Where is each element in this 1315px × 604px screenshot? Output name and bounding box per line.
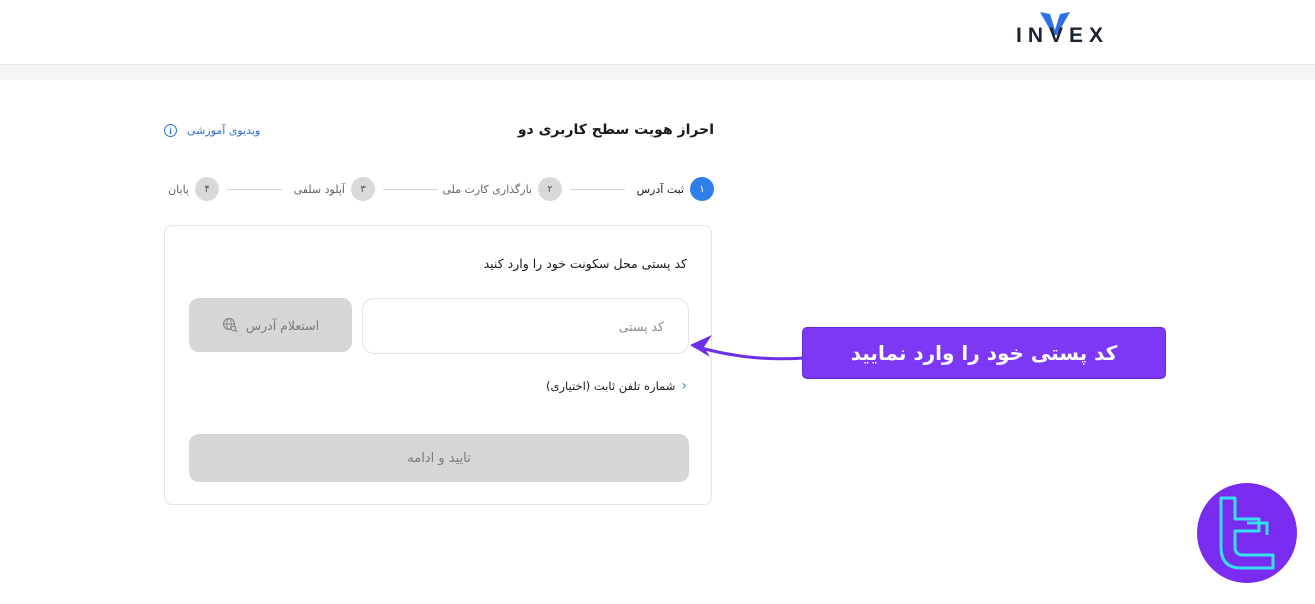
step-number: ۲ — [538, 177, 562, 201]
info-icon: i — [164, 124, 177, 137]
tutorial-video-link[interactable]: i ویدیوی آموزشی — [164, 124, 260, 137]
step-label: بارگذاری کارت ملی — [442, 182, 532, 196]
step-label: پایان — [168, 182, 189, 196]
annotation-callout: کد پستی خود را وارد نمایید — [802, 327, 1166, 379]
globe-search-icon — [222, 317, 238, 333]
form-heading: کد پستی محل سکونت خود را وارد کنید — [483, 256, 687, 271]
stepper-step-selfie: ۳ آپلود سلفی — [294, 177, 375, 201]
address-form-card: کد پستی محل سکونت خود را وارد کنید استعل… — [164, 225, 712, 505]
chevron-left-icon: ‹ — [681, 378, 687, 394]
stepper-step-id-card: ۲ بارگذاری کارت ملی — [442, 177, 562, 201]
annotation-arrow-icon — [690, 335, 806, 361]
page-title: احراز هویت سطح کاربری دو — [517, 122, 714, 138]
invex-logo[interactable]: INVEX — [1016, 10, 1126, 50]
step-label: آپلود سلفی — [293, 182, 345, 196]
landline-phone-toggle[interactable]: ‹ شماره تلفن ثابت (اختیاری) — [546, 379, 687, 393]
tutorial-video-label: ویدیوی آموزشی — [187, 124, 261, 137]
header-divider-strip — [0, 65, 1315, 80]
step-label: ثبت آدرس — [636, 182, 684, 196]
stepper-step-address: ۱ ثبت آدرس — [637, 177, 714, 201]
address-inquiry-button[interactable]: استعلام آدرس — [189, 298, 352, 352]
stepper-step-finish: ۴ پایان — [168, 177, 219, 201]
landline-phone-label: شماره تلفن ثابت (اختیاری) — [546, 379, 676, 393]
step-number: ۱ — [690, 177, 714, 201]
logo-text: INVEX — [1016, 24, 1110, 47]
stepper-connector — [570, 189, 625, 190]
top-header: INVEX — [0, 0, 1315, 65]
postal-code-input[interactable] — [362, 298, 689, 354]
stepper-connector — [383, 189, 438, 190]
inquiry-button-label: استعلام آدرس — [245, 317, 320, 333]
brand-badge — [1197, 483, 1297, 583]
step-number: ۴ — [195, 177, 219, 201]
brand-badge-icon — [1219, 496, 1275, 570]
confirm-continue-button[interactable]: تایید و ادامه — [189, 434, 689, 482]
step-number: ۳ — [351, 177, 375, 201]
stepper-connector — [227, 189, 282, 190]
